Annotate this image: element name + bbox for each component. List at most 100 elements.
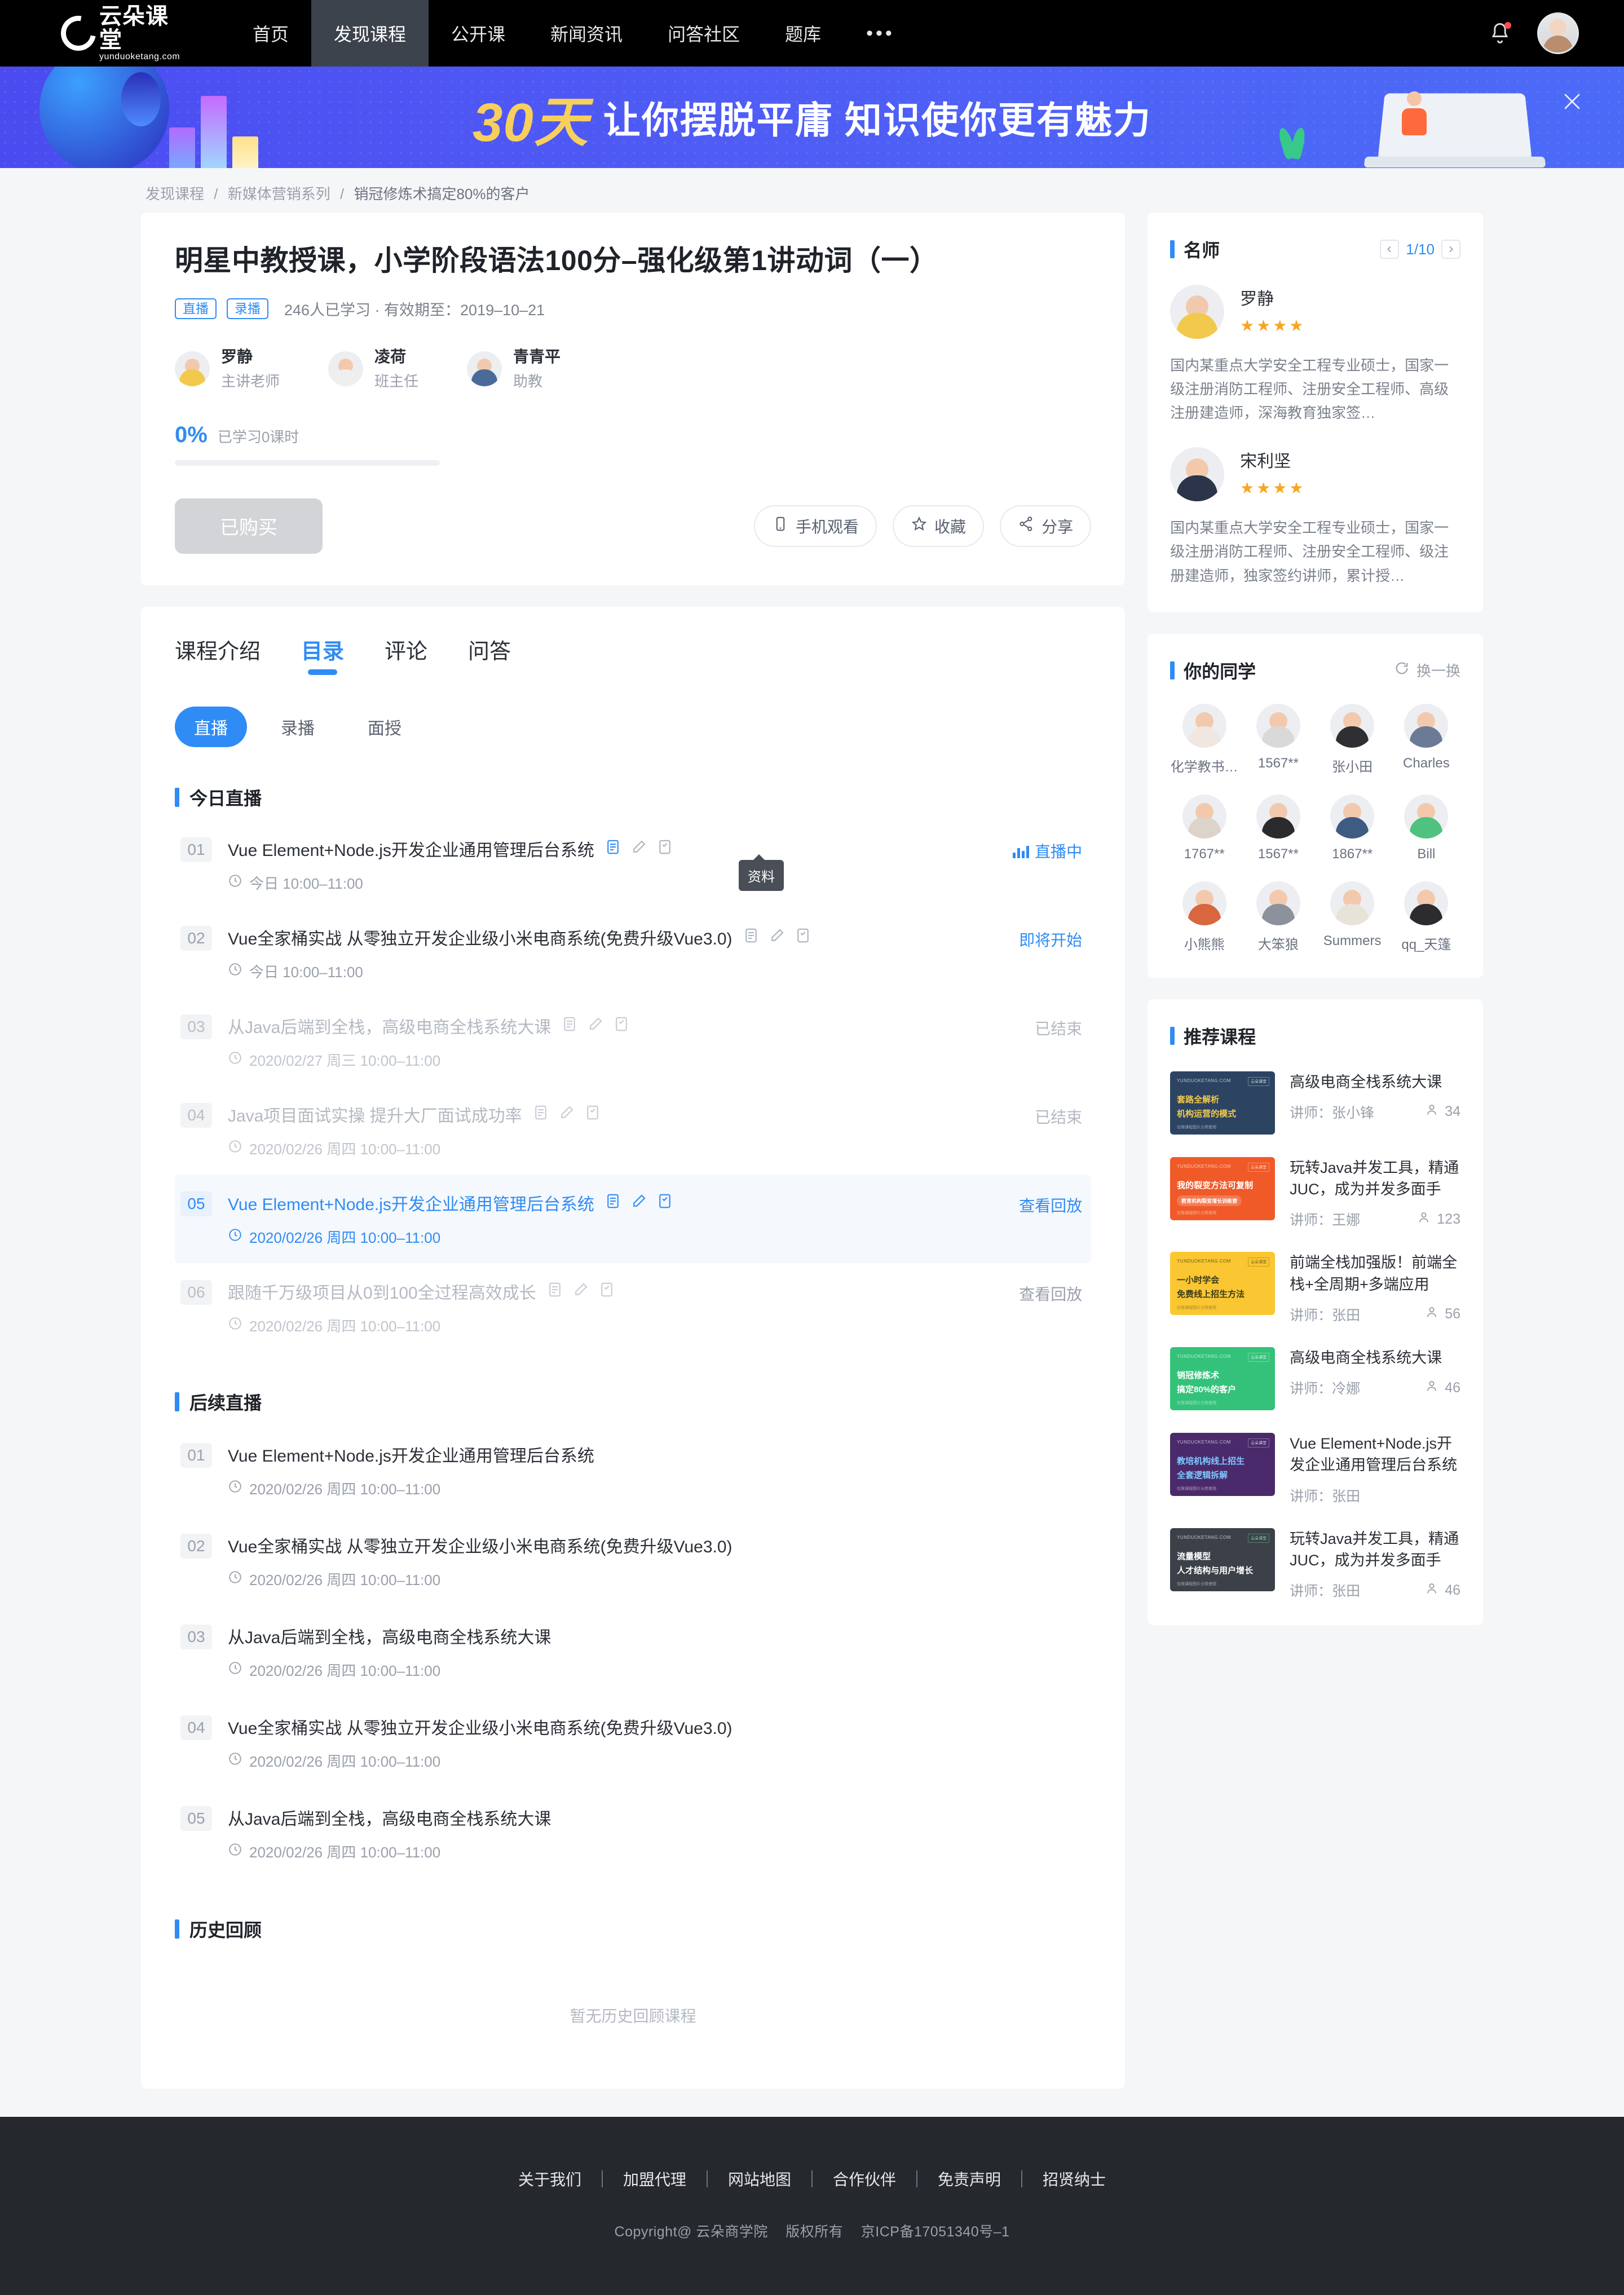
people-icon xyxy=(1424,1581,1439,1600)
lesson-row[interactable]: 02 Vue全家桶实战 从零独立开发企业级小米电商系统(免费升级Vue3.0) xyxy=(175,909,1091,998)
tab-catalog[interactable]: 目录 xyxy=(301,634,344,675)
refresh-classmates-button[interactable]: 换一换 xyxy=(1394,660,1460,681)
lesson-row[interactable]: 04 Java项目面试实操 提升大厂面试成功率 2020/02/26 周四 10… xyxy=(175,1086,1091,1175)
document-icon[interactable] xyxy=(604,1193,621,1212)
homework-pen-icon[interactable] xyxy=(587,1016,604,1035)
footer-link-sitemap[interactable]: 网站地图 xyxy=(708,2168,811,2190)
list-item[interactable]: 张小田 xyxy=(1318,703,1387,775)
icp-text[interactable]: 京ICP备17051340号–1 xyxy=(861,2224,1010,2240)
list-item[interactable]: 大笨狼 xyxy=(1244,881,1312,953)
section-header-history: 历史回顾 xyxy=(175,1916,1091,1942)
recommended-course-item[interactable]: YUNDUOKETANG.COM 云朵课堂 一小时学会 免费线上招生方法 仅限课程… xyxy=(1170,1252,1460,1325)
exam-icon[interactable] xyxy=(656,838,673,858)
lesson-index: 03 xyxy=(180,1014,212,1039)
close-icon[interactable] xyxy=(1560,89,1585,114)
chevron-left-icon[interactable] xyxy=(1380,240,1400,259)
master-item[interactable]: 宋利坚 ★★★★ xyxy=(1170,447,1460,502)
nav-item-news[interactable]: 新闻资讯 xyxy=(528,0,645,67)
lesson-row[interactable]: 01 Vue Element+Node.js开发企业通用管理后台系统 今日 10… xyxy=(175,820,1091,909)
breadcrumb-level-1[interactable]: 发现课程 xyxy=(145,186,204,202)
promo-banner[interactable]: 30天 让你摆脱平庸 知识使你更有魅力 xyxy=(0,67,1624,168)
footer-link-careers[interactable]: 招贤纳士 xyxy=(1022,2168,1126,2190)
pill-offline[interactable]: 面授 xyxy=(348,707,421,747)
notification-bell-icon[interactable] xyxy=(1488,21,1512,46)
footer-link-about[interactable]: 关于我们 xyxy=(498,2168,602,2190)
tab-course-intro[interactable]: 课程介绍 xyxy=(175,634,261,675)
list-item[interactable]: Bill xyxy=(1392,794,1460,862)
recommended-course-item[interactable]: YUNDUOKETANG.COM 云朵课堂 流量模型 人才结构与用户增长 仅限课程… xyxy=(1170,1528,1460,1601)
teacher-item[interactable]: 青青平 助教 xyxy=(467,347,561,391)
list-item[interactable]: 1767** xyxy=(1170,794,1238,862)
homework-pen-icon[interactable] xyxy=(558,1104,575,1124)
homework-pen-icon[interactable] xyxy=(630,1193,647,1212)
nav-item-qa-community[interactable]: 问答社区 xyxy=(645,0,762,67)
list-item[interactable]: qq_天篷 xyxy=(1392,881,1460,953)
list-item[interactable]: 1867** xyxy=(1318,794,1387,862)
homework-pen-icon[interactable] xyxy=(572,1281,589,1301)
list-item[interactable]: 小熊熊 xyxy=(1170,881,1238,953)
site-logo[interactable]: 云朵课堂 yunduoketang.com xyxy=(54,5,180,62)
recommended-course-item[interactable]: YUNDUOKETANG.COM 云朵课堂 教培机构线上招生 全套逻辑拆解 仅限课… xyxy=(1170,1432,1460,1506)
list-item[interactable]: Charles xyxy=(1392,703,1460,775)
lesson-row[interactable]: 04 Vue全家桶实战 从零独立开发企业级小米电商系统(免费升级Vue3.0) … xyxy=(175,1697,1091,1788)
pill-recorded[interactable]: 录播 xyxy=(262,707,334,747)
purchased-button[interactable]: 已购买 xyxy=(175,498,323,554)
lesson-row[interactable]: 02 Vue全家桶实战 从零独立开发企业级小米电商系统(免费升级Vue3.0) … xyxy=(175,1516,1091,1606)
homework-pen-icon[interactable] xyxy=(769,927,785,947)
nav-item-home[interactable]: 首页 xyxy=(230,0,311,67)
list-item[interactable]: 1567** xyxy=(1244,703,1312,775)
user-avatar[interactable] xyxy=(1537,12,1579,54)
lesson-row[interactable]: 03 从Java后端到全栈，高级电商全栈系统大课 2020/02/26 周四 1… xyxy=(175,1606,1091,1697)
list-item[interactable]: 1567** xyxy=(1244,794,1312,862)
avatar xyxy=(1182,703,1226,748)
lesson-row-selected[interactable]: 05 Vue Element+Node.js开发企业通用管理后台系统 2020/… xyxy=(175,1174,1092,1263)
exam-icon[interactable] xyxy=(584,1104,601,1124)
favorite-button[interactable]: 收藏 xyxy=(893,505,985,547)
document-icon[interactable] xyxy=(743,927,760,947)
lesson-status[interactable]: 查看回放 xyxy=(1019,1282,1082,1305)
lesson-row[interactable]: 05 从Java后端到全栈，高级电商全栈系统大课 2020/02/26 周四 1… xyxy=(175,1788,1091,1879)
lesson-row[interactable]: 01 Vue Element+Node.js开发企业通用管理后台系统 2020/… xyxy=(175,1425,1091,1516)
footer-link-franchise[interactable]: 加盟代理 xyxy=(603,2168,707,2190)
lesson-row[interactable]: 06 跟随千万级项目从0到100全过程高效成长 2020/02/26 周四 10… xyxy=(175,1263,1091,1352)
section-accent-bar xyxy=(1170,1026,1175,1045)
list-item[interactable]: Summers xyxy=(1318,881,1387,953)
nav-item-discover-courses[interactable]: 发现课程 xyxy=(311,0,429,67)
thumb-line-2: 全套逻辑拆解 xyxy=(1177,1470,1228,1480)
lesson-status[interactable]: 查看回放 xyxy=(1019,1194,1082,1216)
nav-item-question-bank[interactable]: 题库 xyxy=(762,0,844,67)
share-button[interactable]: 分享 xyxy=(1000,505,1092,547)
breadcrumb-level-2[interactable]: 新媒体营销系列 xyxy=(228,186,330,202)
list-item[interactable]: 化学教书… xyxy=(1170,703,1238,775)
recommended-course-item[interactable]: YUNDUOKETANG.COM 云朵课堂 我的裂变方法可复制 教育机构裂变增长训… xyxy=(1170,1157,1460,1230)
exam-icon[interactable] xyxy=(656,1193,673,1212)
document-icon[interactable] xyxy=(546,1281,563,1301)
homework-pen-icon[interactable] xyxy=(630,838,647,858)
lesson-index: 05 xyxy=(180,1191,212,1216)
exam-icon[interactable] xyxy=(598,1281,615,1301)
recommended-course-item[interactable]: YUNDUOKETANG.COM 云朵课堂 销冠修炼术 搞定80%的客户 仅限课程… xyxy=(1170,1347,1460,1410)
nav-item-more[interactable]: ••• xyxy=(844,0,917,67)
chevron-right-icon[interactable] xyxy=(1441,240,1460,259)
document-icon[interactable] xyxy=(561,1016,578,1035)
nav-item-open-class[interactable]: 公开课 xyxy=(429,0,528,67)
tab-qa[interactable]: 问答 xyxy=(468,634,511,675)
master-item[interactable]: 罗静 ★★★★ xyxy=(1170,285,1460,339)
lesson-status[interactable]: 即将开始 xyxy=(1019,928,1082,951)
exam-icon[interactable] xyxy=(795,927,811,947)
pill-live[interactable]: 直播 xyxy=(175,706,247,747)
tab-comments[interactable]: 评论 xyxy=(385,634,427,675)
lesson-title: Vue Element+Node.js开发企业通用管理后台系统 xyxy=(228,1195,594,1214)
footer-link-partners[interactable]: 合作伙伴 xyxy=(813,2168,916,2190)
teacher-item[interactable]: 罗静 主讲老师 xyxy=(175,347,280,391)
document-icon[interactable] xyxy=(604,838,621,858)
people-icon xyxy=(1416,1210,1431,1229)
exam-icon[interactable] xyxy=(613,1016,630,1035)
lesson-row[interactable]: 03 从Java后端到全栈，高级电商全栈系统大课 2020/02/27 周三 1… xyxy=(175,998,1091,1086)
teacher-item[interactable]: 凌荷 班主任 xyxy=(328,347,418,391)
document-icon[interactable] xyxy=(532,1104,549,1124)
watch-on-phone-button[interactable]: 手机观看 xyxy=(754,505,877,547)
lesson-status[interactable]: 直播中 xyxy=(1013,840,1082,862)
footer-link-disclaimer[interactable]: 免责声明 xyxy=(917,2168,1021,2190)
recommended-course-item[interactable]: YUNDUOKETANG.COM 云朵课堂 套路全解析 机构运营的模式 仅限课程图… xyxy=(1170,1071,1460,1135)
